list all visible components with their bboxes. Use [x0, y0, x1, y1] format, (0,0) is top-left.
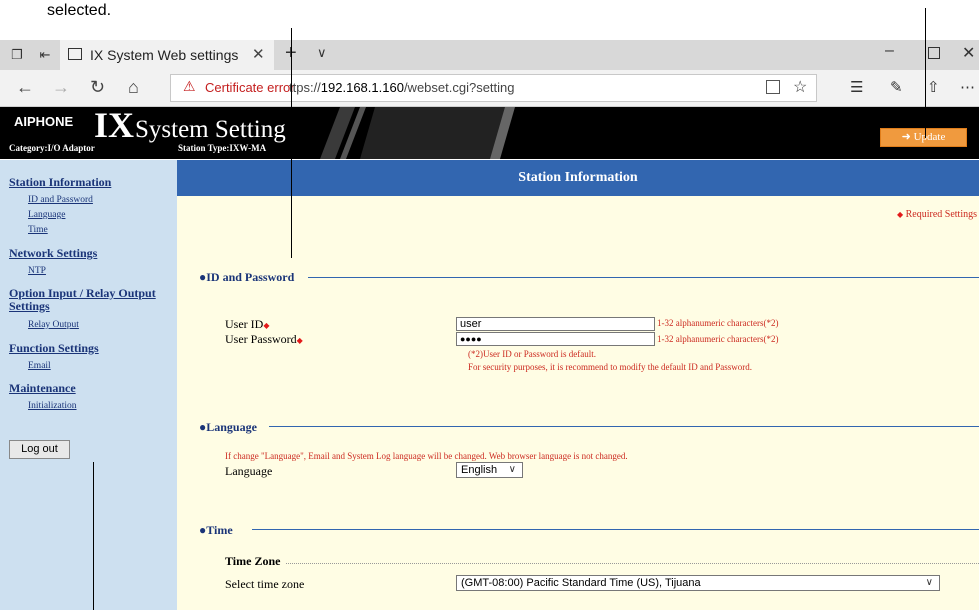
more-icon[interactable]: ⋯ [960, 78, 975, 96]
url-prefix: ttps:// [289, 80, 321, 95]
section-divider [308, 277, 979, 278]
required-marker-icon: ◆ [263, 321, 270, 330]
sidebar-section-function-settings[interactable]: Function Settings [9, 342, 99, 355]
home-icon[interactable]: ⌂ [128, 77, 139, 98]
section-title-language-text: Language [206, 420, 257, 434]
url-host: 192.168.1.160 [320, 80, 404, 95]
select-time-zone-label: Select time zone [225, 577, 305, 591]
section-title-language: ●Language [199, 420, 257, 435]
tab-title: IX System Web settings [90, 47, 239, 63]
update-button[interactable]: ➜ Update [880, 128, 967, 147]
favorites-icon[interactable]: ☰ [850, 78, 863, 96]
sidebar-section-station-information[interactable]: Station Information [9, 176, 111, 189]
set-tabs-aside-icon[interactable]: ⇤ [36, 46, 54, 64]
app-title: System Setting [135, 116, 286, 143]
sidebar-link-relay-output[interactable]: Relay Output [28, 320, 79, 330]
share-icon[interactable]: ⇧ [927, 78, 940, 96]
address-bar-row: ← → ↻ ⌂ ⚠ Certificate error ttps://192.1… [0, 70, 979, 107]
update-button-label: Update [913, 131, 946, 143]
default-credentials-note: (*2)User ID or Password is default. [468, 349, 596, 359]
station-type-label: Station Type:IXW-MA [178, 143, 267, 153]
annotation-text: selected. [47, 2, 112, 19]
language-selected-value: English [461, 464, 498, 476]
sidebar-link-time[interactable]: Time [28, 225, 48, 235]
sidebar-section-maintenance[interactable]: Maintenance [9, 382, 76, 395]
sidebar: Station Information ID and Password Lang… [0, 160, 177, 610]
minimize-icon[interactable]: – [885, 42, 894, 60]
time-zone-heading: Time Zone [225, 554, 281, 568]
user-password-label: User Password◆ [225, 332, 303, 347]
tab-dropdown-icon[interactable]: ∨ [317, 45, 327, 61]
sidebar-section-network-settings[interactable]: Network Settings [9, 247, 97, 260]
chevron-down-icon: ∨ [925, 577, 933, 588]
browser-tab-bar: ❐ ⇤ IX System Web settings ✕ + ∨ – ✕ [0, 40, 979, 70]
section-title-time-text: Time [206, 523, 233, 537]
user-id-input[interactable]: user [456, 317, 655, 331]
back-icon[interactable]: ← [16, 77, 34, 98]
required-note-text: Required Settings [905, 209, 977, 220]
maximize-icon[interactable] [928, 47, 940, 59]
window-close-icon[interactable]: ✕ [962, 43, 975, 63]
chevron-down-icon: ∨ [508, 464, 516, 475]
section-title-id-password: ●ID and Password [199, 270, 294, 285]
certificate-error[interactable]: Certificate error [205, 80, 295, 95]
page-icon [68, 48, 82, 60]
required-marker-icon: ◆ [296, 336, 303, 345]
browser-tab[interactable]: IX System Web settings ✕ [60, 40, 274, 70]
sidebar-link-initialization[interactable]: Initialization [28, 401, 77, 411]
ix-logo: IX [94, 107, 135, 145]
security-note: For security purposes, it is recommend t… [468, 362, 752, 372]
refresh-icon[interactable]: ↻ [90, 77, 105, 98]
time-zone-selected-value: (GMT-08:00) Pacific Standard Time (US), … [461, 577, 701, 589]
close-tab-icon[interactable]: ✕ [252, 45, 265, 63]
callout-line [925, 8, 926, 138]
tab-manager-icon[interactable]: ❐ [8, 46, 26, 64]
page-title: Station Information [177, 160, 979, 196]
section-divider [269, 426, 979, 427]
pen-icon[interactable]: ✎ [890, 78, 903, 96]
sidebar-section-option-input-relay-output[interactable]: Option Input / Relay Output Settings [9, 287, 169, 313]
language-label: Language [225, 464, 273, 478]
user-password-input[interactable]: ●●●● [456, 332, 655, 346]
user-id-label-text: User ID [225, 317, 264, 331]
section-divider [252, 529, 979, 530]
time-zone-divider [286, 563, 979, 564]
favorite-star-icon[interactable]: ☆ [793, 77, 807, 97]
reading-view-icon[interactable] [766, 80, 780, 94]
sidebar-link-id-password[interactable]: ID and Password [28, 195, 93, 205]
language-note: If change "Language", Email and System L… [225, 451, 628, 461]
sidebar-link-language[interactable]: Language [28, 210, 65, 220]
required-note: ◆ Required Settings [897, 209, 977, 220]
user-id-label: User ID◆ [225, 317, 269, 332]
sidebar-link-ntp[interactable]: NTP [28, 266, 46, 276]
url-text: ttps://192.168.1.160/webset.cgi?setting [289, 80, 515, 95]
forward-icon[interactable]: → [52, 77, 70, 98]
user-password-hint: 1-32 alphanumeric characters(*2) [657, 334, 779, 344]
callout-line [291, 28, 292, 258]
url-path: /webset.cgi?setting [403, 80, 515, 95]
section-title-time: ●Time [199, 523, 233, 538]
brand-logo: AIPHONE [14, 114, 74, 129]
user-password-label-text: User Password [225, 332, 297, 346]
warning-icon: ⚠ [183, 78, 196, 94]
sidebar-link-email[interactable]: Email [28, 361, 51, 371]
user-id-hint: 1-32 alphanumeric characters(*2) [657, 318, 779, 328]
required-marker-icon: ◆ [896, 210, 904, 219]
app-header: AIPHONE IX System Setting Category:I/O A… [0, 107, 979, 159]
logout-button[interactable]: Log out [9, 440, 70, 459]
header-decoration [320, 107, 515, 159]
url-field[interactable]: ⚠ Certificate error ttps://192.168.1.160… [170, 74, 817, 102]
language-select[interactable]: English ∨ [456, 462, 523, 478]
callout-line [93, 462, 94, 610]
time-zone-select[interactable]: (GMT-08:00) Pacific Standard Time (US), … [456, 575, 940, 591]
section-title-id-password-text: ID and Password [206, 270, 295, 284]
category-label: Category:I/O Adaptor [9, 143, 95, 153]
main-content: Station Information ◆ Required Settings … [177, 160, 979, 610]
